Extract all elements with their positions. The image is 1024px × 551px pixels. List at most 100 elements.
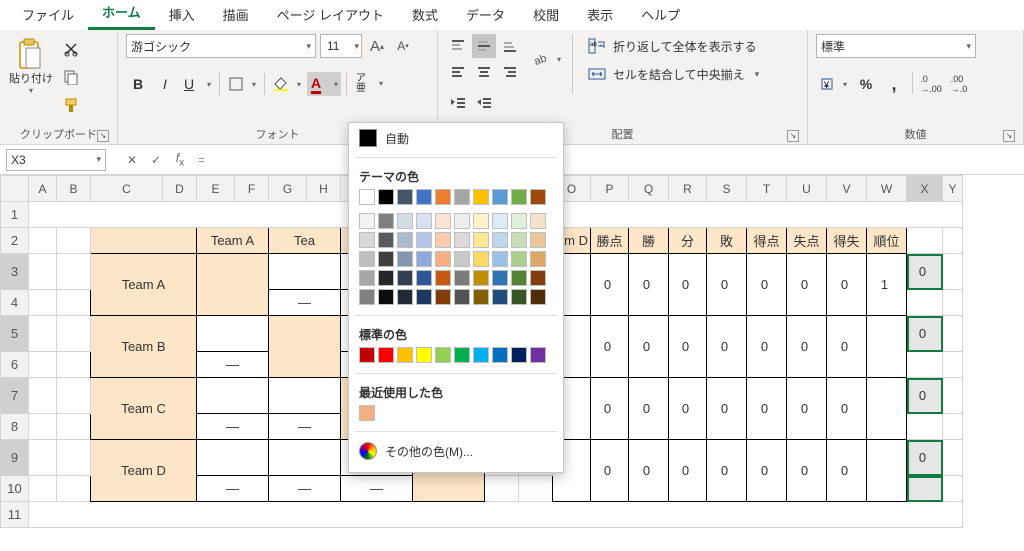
color-swatch[interactable] xyxy=(378,270,394,286)
color-swatch[interactable] xyxy=(473,289,489,305)
color-swatch[interactable] xyxy=(359,289,375,305)
color-swatch[interactable] xyxy=(511,270,527,286)
theme-color-row[interactable] xyxy=(349,187,563,211)
color-swatch[interactable] xyxy=(435,270,451,286)
color-swatch[interactable] xyxy=(511,289,527,305)
recent-color-row[interactable] xyxy=(349,403,563,427)
fx-button[interactable]: fx xyxy=(168,151,192,168)
color-swatch[interactable] xyxy=(473,213,489,229)
color-swatch[interactable] xyxy=(454,213,470,229)
number-format-combo[interactable]: 標準▾ xyxy=(816,34,976,58)
color-swatch[interactable] xyxy=(473,347,489,363)
accounting-button[interactable]: ¥ xyxy=(816,72,850,96)
selected-cell-x3[interactable]: 0 xyxy=(907,254,943,290)
color-swatch[interactable] xyxy=(511,189,527,205)
color-swatch[interactable] xyxy=(359,251,375,267)
color-swatch[interactable] xyxy=(359,347,375,363)
color-swatch[interactable] xyxy=(378,251,394,267)
color-swatch[interactable] xyxy=(492,213,508,229)
formula-input[interactable]: = xyxy=(192,149,1024,171)
color-swatch[interactable] xyxy=(530,347,546,363)
color-swatch[interactable] xyxy=(511,347,527,363)
color-swatch[interactable] xyxy=(454,189,470,205)
color-swatch[interactable] xyxy=(359,213,375,229)
color-swatch[interactable] xyxy=(473,251,489,267)
menu-file[interactable]: ファイル xyxy=(8,0,88,30)
number-launcher[interactable]: ↘ xyxy=(1003,130,1015,142)
alignment-launcher[interactable]: ↘ xyxy=(787,130,799,142)
color-swatch[interactable] xyxy=(492,251,508,267)
color-swatch[interactable] xyxy=(435,189,451,205)
color-swatch[interactable] xyxy=(416,347,432,363)
align-right[interactable] xyxy=(498,60,522,84)
color-swatch[interactable] xyxy=(397,189,413,205)
border-button[interactable] xyxy=(225,72,259,96)
color-swatch[interactable] xyxy=(378,347,394,363)
bold-button[interactable]: B xyxy=(126,72,150,96)
color-swatch[interactable] xyxy=(416,189,432,205)
cancel-formula[interactable]: ✕ xyxy=(120,153,144,167)
color-swatch[interactable] xyxy=(530,213,546,229)
underline-button[interactable]: U xyxy=(180,72,214,96)
color-swatch[interactable] xyxy=(454,347,470,363)
more-colors-row[interactable]: その他の色(M)... xyxy=(349,436,563,466)
color-swatch[interactable] xyxy=(492,347,508,363)
cut-button[interactable] xyxy=(60,38,82,60)
color-swatch[interactable] xyxy=(511,213,527,229)
theme-shade-grid[interactable] xyxy=(349,211,563,311)
color-swatch[interactable] xyxy=(454,270,470,286)
menu-insert[interactable]: 挿入 xyxy=(155,0,209,30)
paste-button[interactable]: 貼り付け ▾ xyxy=(8,34,54,112)
menu-help[interactable]: ヘルプ xyxy=(627,0,694,30)
color-swatch[interactable] xyxy=(416,270,432,286)
color-swatch[interactable] xyxy=(454,251,470,267)
clipboard-launcher[interactable]: ↘ xyxy=(97,130,109,142)
color-swatch[interactable] xyxy=(473,189,489,205)
color-swatch[interactable] xyxy=(492,270,508,286)
color-swatch[interactable] xyxy=(435,347,451,363)
color-swatch[interactable] xyxy=(435,232,451,248)
font-name-combo[interactable]: 游ゴシック▾ xyxy=(126,34,316,58)
decrease-indent[interactable] xyxy=(446,90,470,114)
color-swatch[interactable] xyxy=(435,251,451,267)
color-swatch[interactable] xyxy=(492,189,508,205)
menu-draw[interactable]: 描画 xyxy=(209,0,263,30)
wrap-text-button[interactable]: ab 折り返して全体を表示する xyxy=(587,34,787,58)
color-swatch[interactable] xyxy=(530,232,546,248)
color-swatch[interactable] xyxy=(378,232,394,248)
format-painter-button[interactable] xyxy=(60,94,82,116)
name-box[interactable]: X3▾ xyxy=(6,149,106,171)
color-swatch[interactable] xyxy=(435,289,451,305)
color-swatch[interactable] xyxy=(397,213,413,229)
color-swatch[interactable] xyxy=(416,213,432,229)
color-swatch[interactable] xyxy=(359,270,375,286)
fill-color-button[interactable] xyxy=(270,72,304,96)
align-mid[interactable] xyxy=(472,34,496,58)
decrease-decimal[interactable]: .00→.0 xyxy=(947,72,971,96)
color-swatch[interactable] xyxy=(378,189,394,205)
color-swatch[interactable] xyxy=(511,251,527,267)
menu-review[interactable]: 校閲 xyxy=(519,0,573,30)
enter-formula[interactable]: ✓ xyxy=(144,153,168,167)
align-left[interactable] xyxy=(446,60,470,84)
color-swatch[interactable] xyxy=(530,189,546,205)
align-center[interactable] xyxy=(472,60,496,84)
color-swatch[interactable] xyxy=(416,232,432,248)
color-swatch[interactable] xyxy=(473,232,489,248)
color-swatch[interactable] xyxy=(492,232,508,248)
standard-color-row[interactable] xyxy=(349,345,563,369)
color-swatch[interactable] xyxy=(359,189,375,205)
color-swatch[interactable] xyxy=(416,289,432,305)
phonetic-button[interactable]: ア亜 xyxy=(352,72,386,96)
merge-center-button[interactable]: セルを結合して中央揃え ▾ xyxy=(587,62,787,86)
color-swatch[interactable] xyxy=(359,232,375,248)
percent-button[interactable]: % xyxy=(854,72,878,96)
align-top[interactable] xyxy=(446,34,470,58)
color-swatch[interactable] xyxy=(397,251,413,267)
color-swatch[interactable] xyxy=(454,232,470,248)
select-all-corner[interactable] xyxy=(1,176,29,202)
font-color-button[interactable]: A xyxy=(307,72,341,96)
color-swatch[interactable] xyxy=(454,289,470,305)
font-size-combo[interactable]: 11▾ xyxy=(320,34,362,58)
align-bottom[interactable] xyxy=(498,34,522,58)
